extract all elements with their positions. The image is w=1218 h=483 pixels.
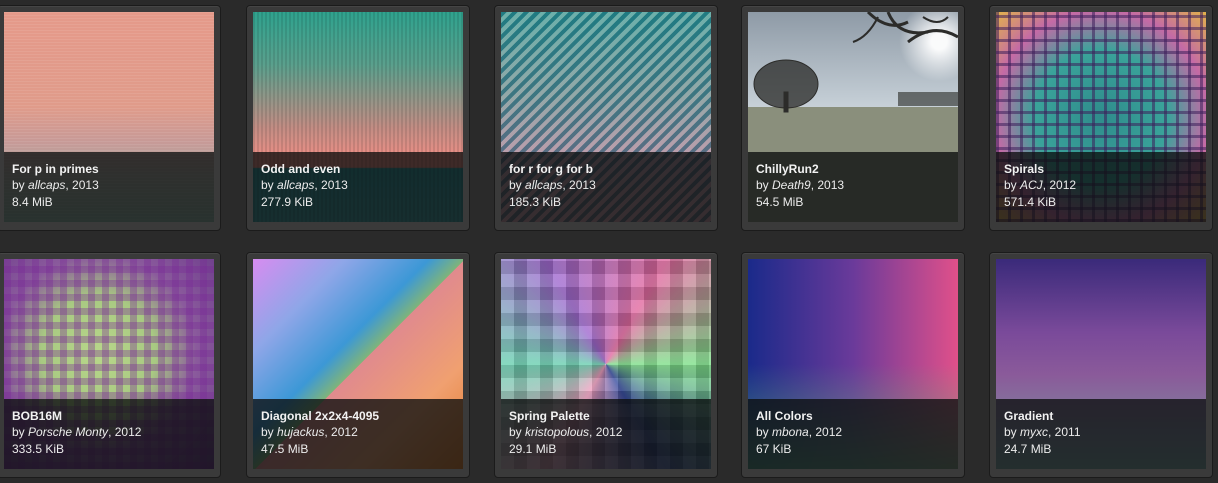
caption-overlay: For p in primes by allcaps, 2013 8.4 MiB xyxy=(4,152,214,222)
card-title[interactable]: Spirals xyxy=(1004,161,1198,177)
card-title[interactable]: Gradient xyxy=(1004,408,1198,424)
card-byline: by kristopolous, 2012 xyxy=(509,424,703,441)
file-size: 333.5 KiB xyxy=(12,442,65,456)
card-title[interactable]: ChillyRun2 xyxy=(756,161,950,177)
year: , 2012 xyxy=(1042,178,1077,192)
card-byline: by ACJ, 2012 xyxy=(1004,177,1198,194)
file-size: 571.4 KiB xyxy=(1004,195,1057,209)
author-link[interactable]: allcaps xyxy=(28,178,65,192)
author-link[interactable]: allcaps xyxy=(525,178,562,192)
by-label: by xyxy=(261,178,278,192)
file-size: 277.9 KiB xyxy=(261,195,314,209)
author-link[interactable]: Death9 xyxy=(772,178,811,192)
by-label: by xyxy=(12,425,29,439)
caption-overlay: All Colors by mbona, 2012 67 KiB xyxy=(748,399,958,469)
author-link[interactable]: mbona xyxy=(772,425,809,439)
card-byline: by allcaps, 2013 xyxy=(261,177,455,194)
gallery-card-spirals[interactable]: Spirals by ACJ, 2012 571.4 KiB xyxy=(989,5,1213,231)
gallery-card-bob16m[interactable]: BOB16M by Porsche Monty, 2012 333.5 KiB xyxy=(0,252,221,478)
card-byline: by hujackus, 2012 xyxy=(261,424,455,441)
file-size: 8.4 MiB xyxy=(12,195,53,209)
by-label: by xyxy=(261,425,278,439)
gallery-card-for-r-for-g-for-b[interactable]: for r for g for b by allcaps, 2013 185.3… xyxy=(494,5,718,231)
thumbnail-image[interactable]: All Colors by mbona, 2012 67 KiB xyxy=(748,259,958,469)
year: , 2013 xyxy=(810,178,845,192)
file-size: 54.5 MiB xyxy=(756,195,804,209)
by-label: by xyxy=(12,178,29,192)
year: , 2012 xyxy=(808,425,843,439)
file-size: 185.3 KiB xyxy=(509,195,562,209)
card-title[interactable]: Spring Palette xyxy=(509,408,703,424)
by-label: by xyxy=(509,178,526,192)
year: , 2012 xyxy=(589,425,623,439)
file-size: 67 KiB xyxy=(756,442,792,456)
by-label: by xyxy=(1004,178,1021,192)
caption-overlay: BOB16M by Porsche Monty, 2012 333.5 KiB xyxy=(4,399,214,469)
year: , 2011 xyxy=(1048,425,1081,439)
thumbnail-image[interactable]: Gradient by myxc, 2011 24.7 MiB xyxy=(996,259,1206,469)
gallery-card-odd-and-even[interactable]: Odd and even by allcaps, 2013 277.9 KiB xyxy=(246,5,470,231)
thumbnail-image[interactable]: Spring Palette by kristopolous, 2012 29.… xyxy=(501,259,711,469)
card-byline: by allcaps, 2013 xyxy=(12,177,206,194)
file-size: 47.5 MiB xyxy=(261,442,309,456)
year: , 2012 xyxy=(108,425,142,439)
caption-overlay: Odd and even by allcaps, 2013 277.9 KiB xyxy=(253,152,463,222)
year: , 2013 xyxy=(314,178,348,192)
author-link[interactable]: allcaps xyxy=(277,178,314,192)
caption-overlay: Spirals by ACJ, 2012 571.4 KiB xyxy=(996,152,1206,222)
author-link[interactable]: kristopolous xyxy=(525,425,589,439)
by-label: by xyxy=(509,425,526,439)
file-size: 24.7 MiB xyxy=(1004,442,1052,456)
by-label: by xyxy=(756,178,773,192)
gallery-card-diagonal[interactable]: Diagonal 2x2x4-4095 by hujackus, 2012 47… xyxy=(246,252,470,478)
gallery-card-all-colors[interactable]: All Colors by mbona, 2012 67 KiB xyxy=(741,252,965,478)
by-label: by xyxy=(1004,425,1021,439)
card-byline: by Porsche Monty, 2012 xyxy=(12,424,206,441)
card-byline: by allcaps, 2013 xyxy=(509,177,703,194)
card-title[interactable]: Odd and even xyxy=(261,161,455,177)
card-byline: by Death9, 2013 xyxy=(756,177,950,194)
by-label: by xyxy=(756,425,773,439)
thumbnail-image[interactable]: Odd and even by allcaps, 2013 277.9 KiB xyxy=(253,12,463,222)
year: , 2013 xyxy=(65,178,99,192)
file-size: 29.1 MiB xyxy=(509,442,557,456)
thumbnail-image[interactable]: Spirals by ACJ, 2012 571.4 KiB xyxy=(996,12,1206,222)
author-link[interactable]: Porsche Monty xyxy=(28,425,108,439)
caption-overlay: ChillyRun2 by Death9, 2013 54.5 MiB xyxy=(748,152,958,222)
author-link[interactable]: myxc xyxy=(1020,425,1048,439)
thumbnail-image[interactable]: Diagonal 2x2x4-4095 by hujackus, 2012 47… xyxy=(253,259,463,469)
gallery-card-chillyrun2[interactable]: ChillyRun2 by Death9, 2013 54.5 MiB xyxy=(741,5,965,231)
card-title[interactable]: For p in primes xyxy=(12,161,206,177)
thumbnail-image[interactable]: For p in primes by allcaps, 2013 8.4 MiB xyxy=(4,12,214,222)
author-link[interactable]: hujackus xyxy=(277,425,324,439)
caption-overlay: for r for g for b by allcaps, 2013 185.3… xyxy=(501,152,711,222)
caption-overlay: Diagonal 2x2x4-4095 by hujackus, 2012 47… xyxy=(253,399,463,469)
card-title[interactable]: All Colors xyxy=(756,408,950,424)
card-title[interactable]: Diagonal 2x2x4-4095 xyxy=(261,408,455,424)
thumbnail-image[interactable]: for r for g for b by allcaps, 2013 185.3… xyxy=(501,12,711,222)
card-title[interactable]: for r for g for b xyxy=(509,161,703,177)
gallery-card-gradient[interactable]: Gradient by myxc, 2011 24.7 MiB xyxy=(989,252,1213,478)
caption-overlay: Gradient by myxc, 2011 24.7 MiB xyxy=(996,399,1206,469)
card-title[interactable]: BOB16M xyxy=(12,408,206,424)
year: , 2012 xyxy=(324,425,358,439)
year: , 2013 xyxy=(562,178,596,192)
card-byline: by mbona, 2012 xyxy=(756,424,950,441)
gallery-card-spring-palette[interactable]: Spring Palette by kristopolous, 2012 29.… xyxy=(494,252,718,478)
author-link[interactable]: ACJ xyxy=(1020,178,1043,192)
thumbnail-image[interactable]: ChillyRun2 by Death9, 2013 54.5 MiB xyxy=(748,12,958,222)
thumbnail-image[interactable]: BOB16M by Porsche Monty, 2012 333.5 KiB xyxy=(4,259,214,469)
gallery-card-for-p-in-primes[interactable]: For p in primes by allcaps, 2013 8.4 MiB xyxy=(0,5,221,231)
card-byline: by myxc, 2011 xyxy=(1004,424,1198,441)
caption-overlay: Spring Palette by kristopolous, 2012 29.… xyxy=(501,399,711,469)
